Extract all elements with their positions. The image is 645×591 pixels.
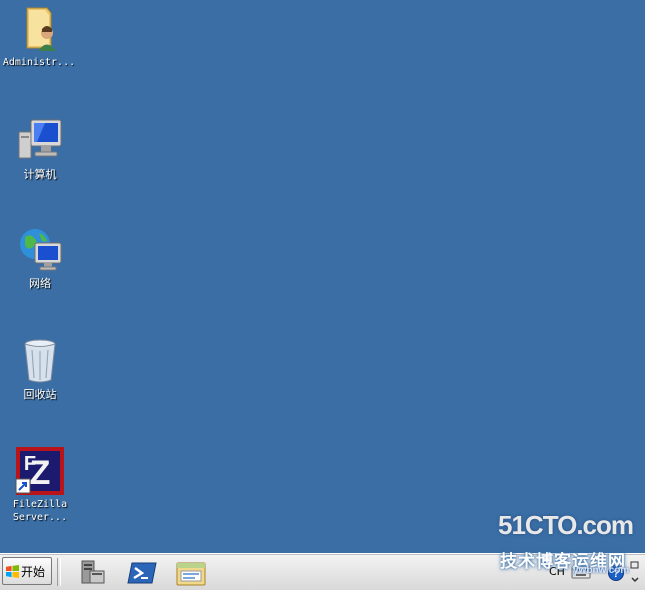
system-tray: CH ? (545, 556, 645, 588)
start-label: 开始 (21, 564, 46, 579)
powershell-icon (127, 562, 157, 584)
desktop-icon-recycle-bin[interactable]: 回收站 (2, 336, 78, 401)
user-folder-icon (14, 4, 64, 54)
desktop[interactable]: Administr... 计算机 网络 回收站 Z F FileZilla Se… (0, 0, 645, 553)
windows-logo-icon (6, 564, 19, 578)
start-button[interactable]: 开始 (2, 557, 52, 585)
language-indicator[interactable]: CH (549, 565, 565, 578)
desktop-icon-filezilla-server[interactable]: Z F FileZilla Server... (2, 446, 78, 524)
filezilla-server-shortcut-icon: Z F (15, 446, 65, 496)
tray-options-icon[interactable] (629, 560, 641, 584)
taskbar-separator (57, 558, 61, 586)
network-globe-icon (15, 225, 65, 275)
explorer-folder-icon (176, 562, 206, 586)
desktop-icon-label: 网络 (29, 277, 51, 290)
svg-text:F: F (24, 453, 36, 475)
taskbar: 开始 CH ? (0, 553, 645, 590)
quicklaunch-explorer[interactable] (175, 557, 207, 587)
watermark-brand: 51CTO.com (498, 510, 634, 540)
desktop-icon-computer[interactable]: 计算机 (2, 116, 78, 181)
desktop-icon-network[interactable]: 网络 (2, 225, 78, 290)
desktop-icon-label: FileZilla Server... (12, 499, 68, 523)
recycle-bin-icon (15, 336, 65, 386)
computer-icon (15, 116, 65, 166)
server-manager-icon (81, 560, 105, 584)
desktop-icon-label: 计算机 (23, 168, 57, 181)
desktop-icon-label: 回收站 (23, 388, 57, 401)
quicklaunch-server-manager[interactable] (76, 557, 108, 587)
desktop-icon-user-folder[interactable]: Administr... (1, 4, 77, 69)
desktop-icon-label: Administr... (2, 57, 76, 68)
keyboard-icon[interactable] (571, 564, 591, 580)
help-icon[interactable]: ? (607, 564, 625, 582)
svg-text:?: ? (613, 568, 620, 580)
quicklaunch-powershell[interactable] (126, 557, 158, 587)
